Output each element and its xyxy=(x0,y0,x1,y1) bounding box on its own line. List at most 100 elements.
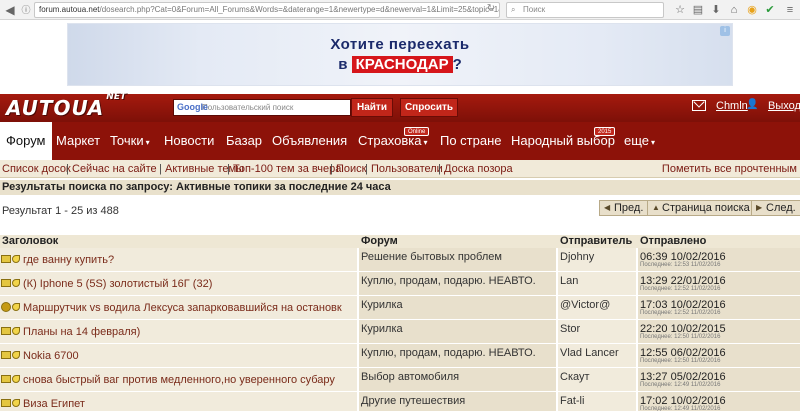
new-post-arrow-icon[interactable] xyxy=(12,279,20,287)
forum-link[interactable]: Другие путешествия xyxy=(361,395,465,407)
home-icon[interactable]: ⌂ xyxy=(726,2,742,18)
subnav-boards[interactable]: Список досок xyxy=(2,163,71,175)
banner-ad[interactable]: Хотите переехать в КРАСНОДАР? i xyxy=(67,23,733,86)
browser-search-placeholder: Поиск xyxy=(523,5,546,14)
new-post-arrow-icon[interactable] xyxy=(12,375,20,383)
year-badge: 2015 xyxy=(594,127,616,136)
sender-link[interactable]: Lan xyxy=(560,275,578,287)
sender-cell: Fat-li xyxy=(558,392,636,411)
nav-market[interactable]: Маркет xyxy=(56,122,100,160)
menu-icon[interactable]: ≡ xyxy=(782,2,798,18)
banner-prefix: в xyxy=(338,56,348,73)
find-button[interactable]: Найти xyxy=(351,98,393,117)
new-post-arrow-icon[interactable] xyxy=(12,255,20,263)
site-logo[interactable]: AUTOUA NET xyxy=(6,92,126,120)
logout-link[interactable]: Выход xyxy=(768,100,800,112)
col-sender-header: Отправитель xyxy=(560,235,633,247)
nav-points[interactable]: Точки ▾ xyxy=(110,122,150,160)
site-header: AUTOUA NET Google Пользовательский поиск … xyxy=(0,92,800,122)
last-post-time[interactable]: Последнее: 12:50 11/02/2016 xyxy=(640,334,720,340)
nav-forum[interactable]: Форум xyxy=(0,122,52,160)
bookmark-list-icon[interactable]: ▤ xyxy=(690,2,706,18)
mail-icon[interactable] xyxy=(692,100,706,111)
last-post-time[interactable]: Последнее: 12:52 11/02/2016 xyxy=(640,310,720,316)
topic-link[interactable]: снова быстрый ваг против медленного,но у… xyxy=(23,374,335,386)
search-page-button[interactable]: ▲ Страница поиска xyxy=(647,200,755,216)
topic-link[interactable]: Планы на 14 февраля) xyxy=(23,326,140,338)
last-post-time[interactable]: Последнее: 12:49 11/02/2016 xyxy=(640,406,720,411)
last-post-time[interactable]: Последнее: 12:52 11/02/2016 xyxy=(640,286,720,292)
forum-link[interactable]: Курилка xyxy=(361,299,403,311)
site-search-input[interactable]: Google Пользовательский поиск xyxy=(173,99,351,116)
url-bar[interactable]: forum.autoua.net/dosearch.php?Cat=0&Foru… xyxy=(34,2,500,18)
sender-link[interactable]: Vlad Lancer xyxy=(560,347,619,359)
new-post-arrow-icon[interactable] xyxy=(12,303,20,311)
topic-book-icon xyxy=(1,375,11,383)
last-post-time[interactable]: Последнее: 12:49 11/02/2016 xyxy=(640,382,720,388)
info-icon[interactable]: ⓘ xyxy=(18,2,34,18)
topic-icons xyxy=(1,374,21,385)
reload-icon[interactable]: ↻ xyxy=(485,3,497,15)
subnav-shame-board[interactable]: Доска позора xyxy=(444,163,513,175)
topic-cell: снова быстрый ваг против медленного,но у… xyxy=(0,368,357,391)
next-label: След. xyxy=(766,202,796,214)
topic-icons xyxy=(1,398,21,409)
ad-info-icon[interactable]: i xyxy=(720,26,730,36)
subnav-search[interactable]: Поиск xyxy=(336,163,366,175)
sent-cell: 06:39 10/02/2016 Последнее: 12:53 11/02/2… xyxy=(638,248,800,271)
forum-cell: Решение бытовых проблем xyxy=(359,248,556,271)
table-row: где ванну купить? Решение бытовых проблем… xyxy=(0,248,800,272)
nav-country[interactable]: По стране xyxy=(440,122,502,160)
username-link[interactable]: Chmln xyxy=(716,100,748,112)
ask-button[interactable]: Спросить xyxy=(400,98,458,117)
new-post-arrow-icon[interactable] xyxy=(12,351,20,359)
topic-link[interactable]: где ванну купить? xyxy=(23,254,114,266)
topic-cell: где ванну купить? xyxy=(0,248,357,271)
mark-all-read-link[interactable]: Пометить все прочтенным xyxy=(662,163,797,175)
site-search-placeholder: Пользовательский поиск xyxy=(202,103,294,112)
subnav-online[interactable]: Сейчас на сайте xyxy=(72,163,157,175)
new-post-arrow-icon[interactable] xyxy=(12,399,20,407)
forum-link[interactable]: Решение бытовых проблем xyxy=(361,251,502,263)
nav-bazaar[interactable]: Базар xyxy=(226,122,262,160)
topic-book-icon xyxy=(1,327,11,335)
back-icon[interactable]: ◀ xyxy=(2,2,18,18)
forum-link[interactable]: Куплю, продам, подарю. НЕАВТО. xyxy=(361,275,536,287)
forum-link[interactable]: Выбор автомобиля xyxy=(361,371,459,383)
forum-link[interactable]: Курилка xyxy=(361,323,403,335)
topic-link[interactable]: (К) Iphone 5 (5S) золотистый 16Г (32) xyxy=(23,278,212,290)
subnav-separator: | xyxy=(330,163,333,175)
last-post-time[interactable]: Последнее: 12:50 11/02/2016 xyxy=(640,358,720,364)
topic-book-icon xyxy=(1,279,11,287)
sender-link[interactable]: Fat-li xyxy=(560,395,584,407)
sender-link[interactable]: @Victor@ xyxy=(560,299,610,311)
nav-news[interactable]: Новости xyxy=(164,122,214,160)
chevron-down-icon: ▾ xyxy=(145,138,150,147)
sender-link[interactable]: Stor xyxy=(560,323,580,335)
topic-link[interactable]: Nokia 6700 xyxy=(23,350,79,362)
new-post-arrow-icon[interactable] xyxy=(12,327,20,335)
user-icon[interactable]: 👤 xyxy=(746,99,758,110)
subnav-users[interactable]: Пользователи xyxy=(371,163,443,175)
extension-icon[interactable]: ✔ xyxy=(762,2,778,18)
last-post-time[interactable]: Последнее: 12:53 11/02/2016 xyxy=(640,262,720,268)
subnav-top100[interactable]: Топ-100 тем за вчера xyxy=(233,163,341,175)
sender-link[interactable]: Djohny xyxy=(560,251,594,263)
star-icon[interactable]: ☆ xyxy=(672,2,688,18)
logo-text: AUTOUA xyxy=(6,96,105,120)
topic-icons xyxy=(1,350,21,361)
prev-page-button[interactable]: ◀ Пред. xyxy=(599,200,649,216)
topic-link[interactable]: Маршрутчик vs водила Лексуса запарковавш… xyxy=(23,302,342,314)
nav-more[interactable]: еще ▾ xyxy=(624,122,655,160)
browser-search-input[interactable]: ⌕ Поиск xyxy=(506,2,664,18)
sender-link[interactable]: Скаут xyxy=(560,371,590,383)
download-icon[interactable]: ⬇ xyxy=(708,2,724,18)
chevron-right-icon: ▶ xyxy=(756,203,763,212)
nav-label: Базар xyxy=(226,133,263,148)
topic-cell: Виза Египет xyxy=(0,392,357,411)
forum-link[interactable]: Куплю, продам, подарю. НЕАВТО. xyxy=(361,347,536,359)
topic-link[interactable]: Виза Египет xyxy=(23,398,85,410)
nav-ads[interactable]: Объявления xyxy=(272,122,347,160)
addon-icon[interactable]: ◉ xyxy=(744,2,760,18)
next-page-button[interactable]: ▶ След. xyxy=(751,200,800,216)
